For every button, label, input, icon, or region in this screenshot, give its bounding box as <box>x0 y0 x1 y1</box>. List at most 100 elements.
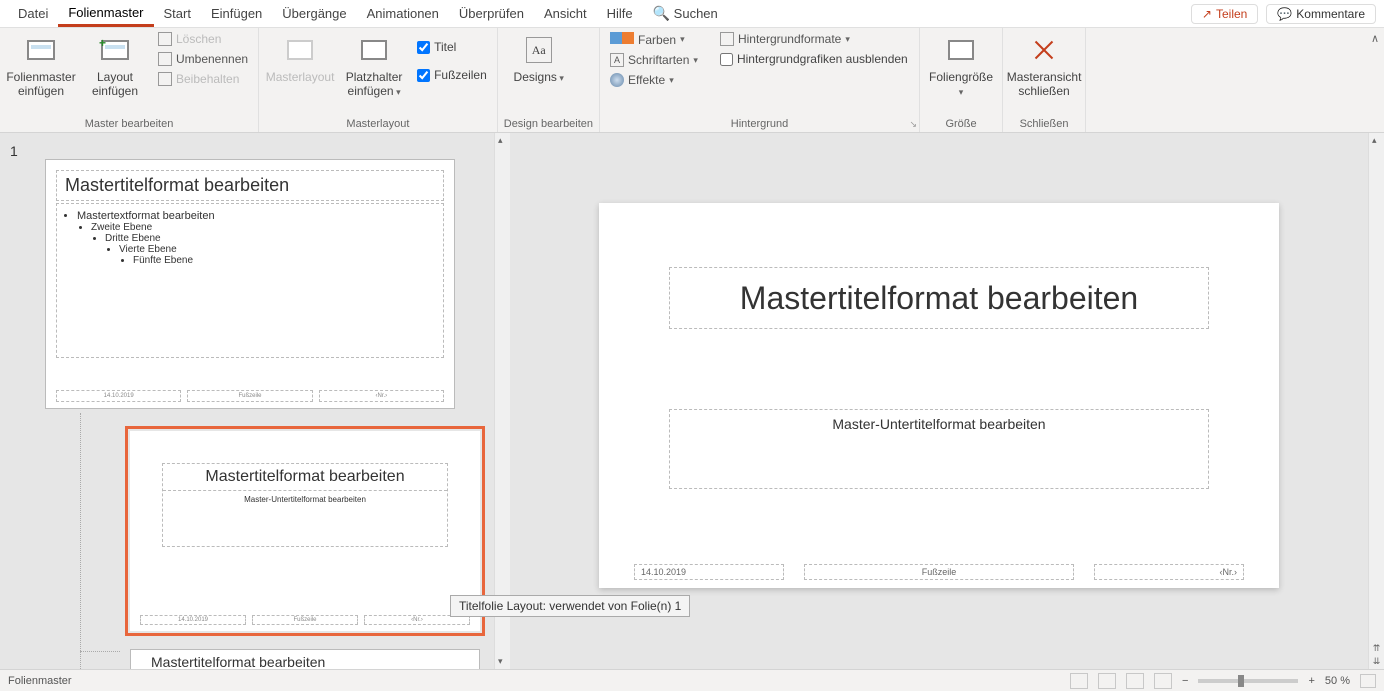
layout2-title: Mastertitelformat bearbeiten <box>151 654 325 669</box>
fonts-icon: A <box>610 53 624 67</box>
rename-icon <box>158 52 172 66</box>
footers-checkbox[interactable]: Fußzeilen <box>413 66 491 84</box>
editor-scrollbar[interactable]: ⇈ ⇊ <box>1368 133 1384 669</box>
masterlayout-button: Masterlayout <box>265 30 335 88</box>
effects-label: Effekte <box>628 73 665 87</box>
master-thumb-body: Mastertextformat bearbeiten Zweite Ebene… <box>56 203 444 358</box>
colors-icon <box>610 32 634 47</box>
tab-datei[interactable]: Datei <box>8 2 58 25</box>
layout1-footer: Fußzeile <box>252 615 358 625</box>
level5: Fünfte Ebene <box>133 255 435 266</box>
workspace: 1 Mastertitelformat bearbeiten Mastertex… <box>0 133 1384 669</box>
insert-placeholder-button[interactable]: Platzhalter einfügen <box>339 30 409 103</box>
tab-einfuegen[interactable]: Einfügen <box>201 2 272 25</box>
next-slide-icon[interactable]: ⇊ <box>1373 656 1381 667</box>
placeholder-icon <box>358 34 390 66</box>
slide-number-placeholder[interactable]: ‹Nr.› <box>1094 564 1244 580</box>
search-box[interactable]: 🔍 Suchen <box>643 1 728 26</box>
view-normal-button[interactable] <box>1070 673 1088 689</box>
share-icon: ↗ <box>1202 7 1212 21</box>
comment-icon: 💬 <box>1277 7 1292 21</box>
tab-start[interactable]: Start <box>154 2 201 25</box>
tab-ansicht[interactable]: Ansicht <box>534 2 597 25</box>
group-hintergrund: Farben A Schriftarten Effekte Hintergrund… <box>600 28 920 132</box>
slide-canvas[interactable]: Mastertitelformat bearbeiten Master-Unte… <box>599 203 1279 588</box>
level3: Dritte Ebene <box>105 233 435 244</box>
rename-label: Umbenennen <box>176 52 248 66</box>
rename-button[interactable]: Umbenennen <box>154 50 252 68</box>
group-label-master-bearbeiten: Master bearbeiten <box>6 116 252 132</box>
master-thumbnail[interactable]: Mastertitelformat bearbeiten Mastertextf… <box>45 159 455 409</box>
group-label-masterlayout: Masterlayout <box>265 116 491 132</box>
master-thumb-footer: Fußzeile <box>187 390 312 402</box>
tab-bar: Datei Folienmaster Start Einfügen Übergä… <box>0 0 1384 28</box>
comments-label: Kommentare <box>1296 7 1365 21</box>
background-styles-button[interactable]: Hintergrundformate <box>716 30 912 48</box>
background-styles-label: Hintergrundformate <box>738 32 841 46</box>
tab-folienmaster[interactable]: Folienmaster <box>58 1 153 27</box>
hide-bg-graphics-input[interactable] <box>720 53 733 66</box>
group-master-bearbeiten: Folienmaster einfügen Layout einfügen Lö… <box>0 28 259 132</box>
group-groesse: Foliengröße Größe <box>920 28 1003 132</box>
zoom-level[interactable]: 50 % <box>1325 675 1350 687</box>
tab-animationen[interactable]: Animationen <box>357 2 449 25</box>
footers-checkbox-input[interactable] <box>417 69 430 82</box>
slide-title-placeholder[interactable]: Mastertitelformat bearbeiten <box>669 267 1209 329</box>
preserve-button: Beibehalten <box>154 70 252 88</box>
thumb-scrollbar[interactable] <box>494 133 510 669</box>
master-thumb-num: ‹Nr.› <box>319 390 444 402</box>
slide-subtitle-placeholder[interactable]: Master-Untertitelformat bearbeiten <box>669 409 1209 489</box>
connector-line-h <box>80 651 120 652</box>
master-thumb-date: 14.10.2019 <box>56 390 181 402</box>
title-checkbox-input[interactable] <box>417 41 430 54</box>
effects-button[interactable]: Effekte <box>606 71 702 89</box>
zoom-in-button[interactable]: + <box>1308 675 1314 687</box>
level4: Vierte Ebene <box>119 244 435 255</box>
insert-slide-master-label: Folienmaster einfügen <box>6 70 75 99</box>
tab-uebergaenge[interactable]: Übergänge <box>272 2 356 25</box>
fonts-label: Schriftarten <box>628 53 689 67</box>
view-reading-button[interactable] <box>1126 673 1144 689</box>
layout-thumbnail-1[interactable]: Mastertitelformat bearbeiten Master-Unte… <box>130 431 480 631</box>
colors-button[interactable]: Farben <box>606 30 702 49</box>
title-checkbox-label: Titel <box>434 40 456 54</box>
layout1-date: 14.10.2019 <box>140 615 246 625</box>
slide-size-button[interactable]: Foliengröße <box>926 30 996 103</box>
preserve-label: Beibehalten <box>176 72 239 86</box>
background-styles-icon <box>720 32 734 46</box>
share-button[interactable]: ↗Teilen <box>1191 4 1258 24</box>
footers-checkbox-label: Fußzeilen <box>434 68 487 82</box>
fonts-button[interactable]: A Schriftarten <box>606 51 702 69</box>
insert-slide-master-button[interactable]: Folienmaster einfügen <box>6 30 76 103</box>
layout-thumbnail-2[interactable]: Mastertitelformat bearbeiten <box>130 649 480 669</box>
prev-slide-icon[interactable]: ⇈ <box>1373 643 1381 654</box>
title-checkbox[interactable]: Titel <box>413 38 491 56</box>
status-bar: Folienmaster − + 50 % <box>0 669 1384 691</box>
insert-placeholder-label: Platzhalter einfügen <box>341 70 407 99</box>
close-icon <box>1028 34 1060 66</box>
group-schliessen: Masteransicht schließen Schließen <box>1003 28 1086 132</box>
view-slideshow-button[interactable] <box>1154 673 1172 689</box>
collapse-ribbon-button[interactable]: ∧ <box>1366 28 1384 132</box>
comments-button[interactable]: 💬 Kommentare <box>1266 4 1376 24</box>
layout-tooltip: Titelfolie Layout: verwendet von Folie(n… <box>450 595 690 617</box>
delete-label: Löschen <box>176 32 221 46</box>
master-thumb-title: Mastertitelformat bearbeiten <box>56 170 444 201</box>
masterlayout-label: Masterlayout <box>266 70 335 84</box>
slide-date-placeholder[interactable]: 14.10.2019 <box>634 564 784 580</box>
hide-bg-graphics-checkbox[interactable]: Hintergrundgrafiken ausblenden <box>716 50 912 68</box>
layout1-subtitle: Master-Untertitelformat bearbeiten <box>163 491 447 546</box>
tab-hilfe[interactable]: Hilfe <box>597 2 643 25</box>
view-sorter-button[interactable] <box>1098 673 1116 689</box>
zoom-out-button[interactable]: − <box>1182 675 1188 687</box>
colors-label: Farben <box>638 33 676 47</box>
slide-footer-placeholder[interactable]: Fußzeile <box>804 564 1074 580</box>
group-masterlayout: Masterlayout Platzhalter einfügen Titel … <box>259 28 498 132</box>
level1: Mastertextformat bearbeiten <box>77 210 435 222</box>
tab-ueberpruefen[interactable]: Überprüfen <box>449 2 534 25</box>
close-master-view-button[interactable]: Masteransicht schließen <box>1009 30 1079 103</box>
designs-button[interactable]: Aa Designs <box>504 30 574 88</box>
fit-to-window-button[interactable] <box>1360 674 1376 688</box>
insert-layout-button[interactable]: Layout einfügen <box>80 30 150 103</box>
zoom-slider[interactable] <box>1198 679 1298 683</box>
